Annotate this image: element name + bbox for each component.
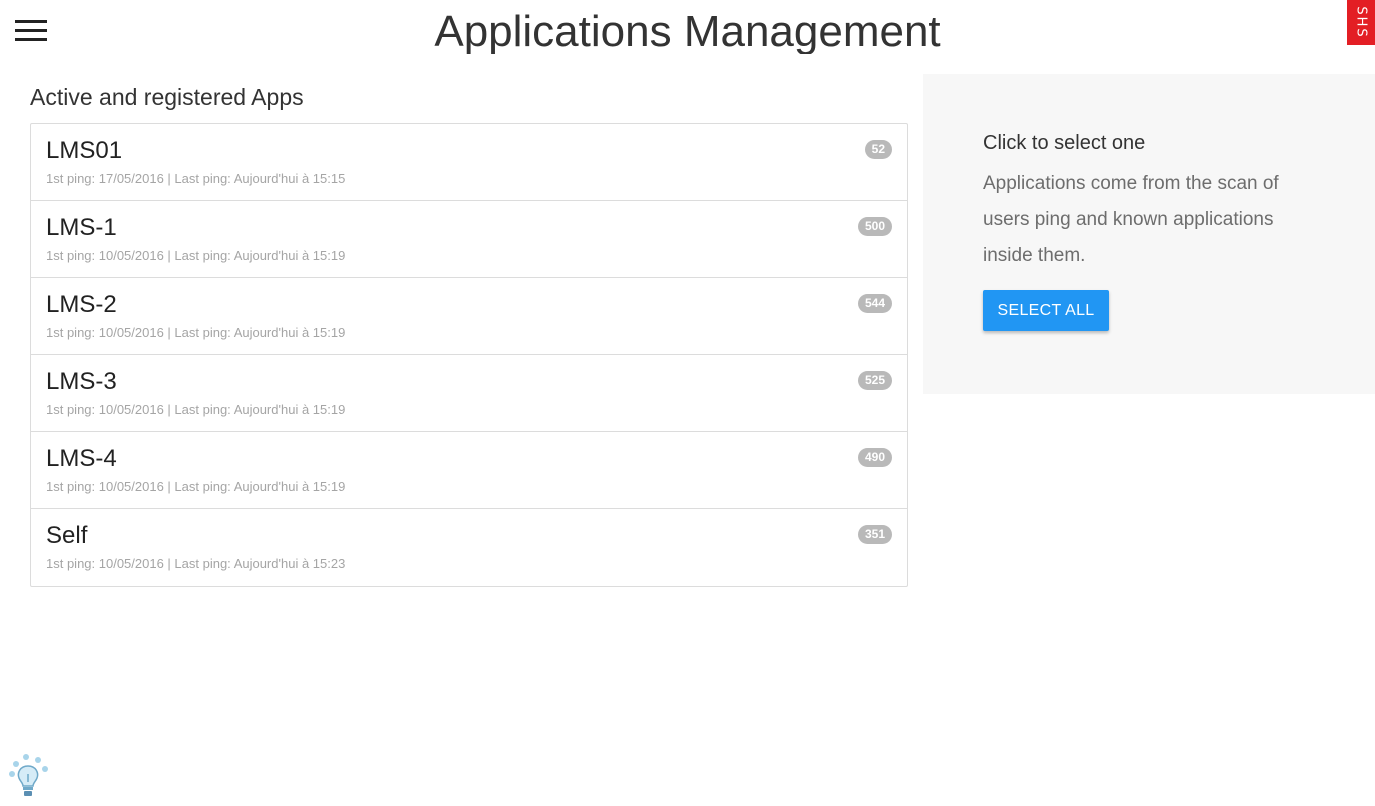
page: Applications Management SHS Active and r… — [0, 0, 1375, 806]
page-title: Applications Management — [434, 7, 941, 54]
lightbulb-icon[interactable] — [6, 752, 50, 798]
app-list-item[interactable]: LMS-2 1st ping: 10/05/2016 | Last ping: … — [31, 278, 907, 355]
ping-count-badge: 544 — [857, 294, 892, 313]
app-list-item[interactable]: LMS-4 1st ping: 10/05/2016 | Last ping: … — [31, 432, 907, 509]
app-ping-info: 1st ping: 10/05/2016 | Last ping: Aujour… — [46, 479, 346, 494]
app-name: LMS-3 — [46, 368, 117, 395]
ping-count-badge: 500 — [857, 217, 892, 236]
app-name: Self — [46, 522, 88, 549]
app-list-item[interactable]: LMS01 1st ping: 17/05/2016 | Last ping: … — [31, 124, 907, 201]
app-ping-info: 1st ping: 10/05/2016 | Last ping: Aujour… — [46, 248, 346, 263]
ping-count-badge: 351 — [857, 525, 892, 544]
apps-section-title: Active and registered Apps — [30, 84, 304, 110]
lightbulb-icon-graphic — [9, 754, 48, 796]
ping-count-badge: 525 — [857, 371, 892, 390]
brand-logo-text: SHS — [1353, 6, 1369, 39]
app-name: LMS01 — [46, 137, 123, 164]
ping-count-badge: 490 — [857, 448, 892, 467]
select-all-button[interactable]: SELECT ALL — [983, 290, 1109, 331]
app-ping-info: 1st ping: 10/05/2016 | Last ping: Aujour… — [46, 325, 346, 340]
ping-count-badge: 52 — [864, 140, 892, 159]
app-list: LMS01 1st ping: 17/05/2016 | Last ping: … — [30, 123, 908, 587]
app-name: LMS-4 — [46, 445, 117, 472]
app-list-item[interactable]: LMS-1 1st ping: 10/05/2016 | Last ping: … — [31, 201, 907, 278]
app-ping-info: 1st ping: 10/05/2016 | Last ping: Aujour… — [46, 402, 346, 417]
app-name: LMS-2 — [46, 291, 117, 318]
app-ping-info: 1st ping: 10/05/2016 | Last ping: Aujour… — [46, 556, 346, 571]
app-list-item[interactable]: Self 1st ping: 10/05/2016 | Last ping: A… — [31, 509, 907, 586]
app-list-item[interactable]: LMS-3 1st ping: 10/05/2016 | Last ping: … — [31, 355, 907, 432]
app-ping-info: 1st ping: 17/05/2016 | Last ping: Aujour… — [46, 171, 346, 186]
info-description: Applications come from the scan of users… — [983, 173, 1279, 266]
brand-logo[interactable]: SHS — [1347, 0, 1375, 45]
app-name: LMS-1 — [46, 214, 117, 241]
info-title: Click to select one — [983, 132, 1146, 154]
info-panel: Click to select one Applications come fr… — [923, 74, 1375, 394]
